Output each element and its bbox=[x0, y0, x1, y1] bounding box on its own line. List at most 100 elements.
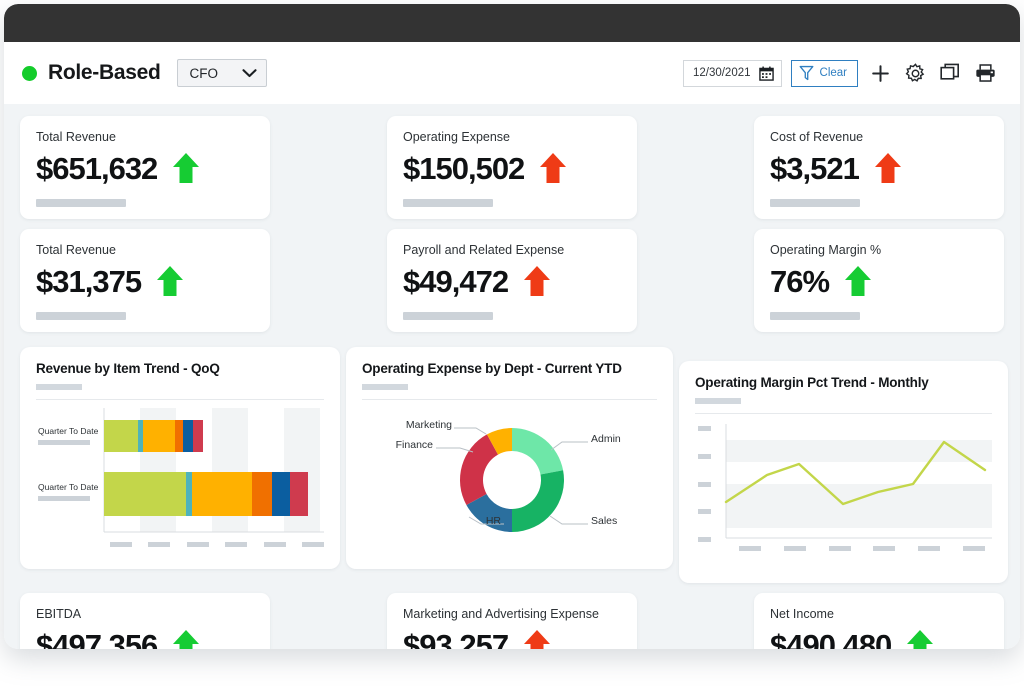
donut-label-marketing: Marketing bbox=[405, 419, 452, 431]
donut-label-hr: HR bbox=[485, 515, 501, 527]
panel-title: Operating Expense by Dept - Current YTD bbox=[362, 361, 622, 376]
kpi-value: $497,356 bbox=[36, 627, 158, 650]
donut-leader-admin bbox=[550, 441, 588, 451]
donut-label-admin: Admin bbox=[591, 433, 621, 445]
axis-tick-placeholder bbox=[962, 546, 985, 551]
trend-up-arrow-icon bbox=[171, 628, 201, 649]
kpi-value: $490,480 bbox=[770, 627, 892, 650]
trend-up-arrow-icon bbox=[538, 151, 568, 185]
axis-tick-placeholder bbox=[698, 453, 711, 459]
dashboard-body: Total Revenue $651,632 Operating Expense… bbox=[4, 104, 1020, 649]
axis-tick-placeholder bbox=[698, 509, 711, 515]
trend-up-arrow-icon bbox=[522, 628, 552, 649]
kpi-value: $93,257 bbox=[403, 627, 509, 650]
bar-category-label: Quarter To Date bbox=[38, 426, 99, 436]
date-input[interactable]: 12/30/2021 bbox=[682, 59, 782, 87]
axis-tick-placeholder bbox=[225, 542, 248, 547]
donut-chart[interactable]: Admin Sales HR Finance Marketing bbox=[362, 406, 657, 556]
kpi-card[interactable]: Operating Expense $150,502 bbox=[387, 116, 637, 219]
kpi-row-1: Total Revenue $651,632 Operating Expense… bbox=[4, 116, 1020, 219]
date-input-value: 12/30/2021 bbox=[692, 67, 751, 79]
kpi-card[interactable]: Total Revenue $31,375 bbox=[20, 229, 270, 332]
calendar-icon[interactable] bbox=[758, 66, 774, 81]
kpi-row-3: EBITDA $497,356 Marketing and Advertisin… bbox=[4, 593, 1020, 649]
settings-gear-icon[interactable] bbox=[902, 60, 928, 86]
print-icon[interactable] bbox=[972, 60, 998, 86]
kpi-label: Marketing and Advertising Expense bbox=[403, 607, 599, 621]
kpi-card[interactable]: EBITDA $497,356 bbox=[20, 593, 270, 649]
role-select-dropdown[interactable]: CFO bbox=[176, 59, 267, 87]
panel-revenue-by-item-trend: Revenue by Item Trend - QoQ Quarter To D… bbox=[20, 347, 340, 569]
axis-tick-placeholder bbox=[263, 542, 286, 547]
axis-tick-placeholder bbox=[301, 542, 324, 547]
axis-tick-placeholder bbox=[698, 481, 711, 487]
panel-divider bbox=[362, 399, 657, 400]
axis-tick-placeholder bbox=[186, 542, 209, 547]
bar-category-1: Quarter To Date bbox=[38, 426, 98, 445]
axis-tick-placeholder bbox=[739, 546, 761, 551]
axis-tick-placeholder bbox=[698, 426, 711, 431]
status-indicator-dot bbox=[22, 65, 37, 81]
app-header: Role-Based CFO 12/30/2021 Clear bbox=[4, 42, 1020, 104]
donut-slice-finance[interactable] bbox=[459, 434, 499, 506]
page-title: Role-Based bbox=[48, 61, 161, 84]
kpi-placeholder-bar bbox=[770, 199, 860, 207]
kpi-value: $3,521 bbox=[770, 150, 860, 186]
donut-label-sales: Sales bbox=[591, 515, 618, 527]
trend-up-arrow-icon bbox=[522, 264, 552, 298]
line-y-axis-ticks bbox=[698, 426, 711, 542]
panel-subtitle-placeholder bbox=[36, 384, 82, 390]
kpi-card[interactable]: Total Revenue $651,632 bbox=[20, 116, 270, 219]
line-chart[interactable] bbox=[695, 420, 992, 560]
kpi-label: Operating Expense bbox=[403, 130, 511, 144]
duplicate-window-icon[interactable] bbox=[937, 60, 963, 86]
kpi-card[interactable]: Payroll and Related Expense $49,472 bbox=[387, 229, 637, 332]
kpi-placeholder-bar bbox=[36, 199, 126, 207]
trend-up-arrow-icon bbox=[843, 264, 873, 298]
kpi-label: Payroll and Related Expense bbox=[403, 243, 565, 257]
bar-x-axis-ticks bbox=[110, 542, 324, 547]
bar-category-placeholder bbox=[38, 440, 90, 445]
bar-category-2: Quarter To Date bbox=[38, 482, 98, 501]
kpi-label: Total Revenue bbox=[36, 243, 116, 257]
kpi-row-2: Total Revenue $31,375 Payroll and Relate… bbox=[4, 229, 1020, 332]
filter-funnel-icon bbox=[799, 65, 814, 81]
donut-leader-sales bbox=[549, 515, 588, 525]
panel-operating-margin-trend: Operating Margin Pct Trend - Monthly bbox=[679, 361, 1008, 583]
kpi-label: EBITDA bbox=[36, 607, 82, 621]
axis-tick-placeholder bbox=[148, 542, 171, 547]
axis-tick-placeholder bbox=[828, 546, 851, 551]
kpi-card[interactable]: Net Income $490,480 bbox=[754, 593, 1004, 649]
kpi-card[interactable]: Operating Margin % 76% bbox=[754, 229, 1004, 332]
panel-divider bbox=[36, 399, 324, 400]
donut-label-finance: Finance bbox=[395, 439, 433, 451]
kpi-card[interactable]: Marketing and Advertising Expense $93,25… bbox=[387, 593, 637, 649]
axis-tick-placeholder bbox=[110, 542, 132, 547]
role-select-value: CFO bbox=[189, 65, 219, 81]
kpi-value: $150,502 bbox=[403, 150, 525, 186]
chart-row: Revenue by Item Trend - QoQ Quarter To D… bbox=[4, 343, 1020, 583]
clear-filter-button[interactable]: Clear bbox=[790, 59, 858, 87]
chevron-down-icon bbox=[241, 68, 257, 78]
axis-tick-placeholder bbox=[918, 546, 941, 551]
kpi-placeholder-bar bbox=[36, 312, 126, 320]
kpi-card[interactable]: Cost of Revenue $3,521 bbox=[754, 116, 1004, 219]
axis-tick-placeholder bbox=[873, 546, 896, 551]
trend-up-arrow-icon bbox=[155, 264, 185, 298]
donut-slice-sales[interactable] bbox=[512, 470, 565, 532]
panel-title: Operating Margin Pct Trend - Monthly bbox=[695, 375, 929, 390]
kpi-placeholder-bar bbox=[403, 312, 493, 320]
header-toolbar: 12/30/2021 Clear bbox=[682, 59, 998, 87]
panel-subtitle-placeholder bbox=[362, 384, 408, 390]
axis-tick-placeholder bbox=[698, 537, 711, 542]
kpi-placeholder-bar bbox=[770, 312, 860, 320]
bar-category-label: Quarter To Date bbox=[38, 482, 99, 492]
stacked-bar-chart[interactable]: Quarter To Date Quarter To Date bbox=[36, 406, 324, 558]
panel-title: Revenue by Item Trend - QoQ bbox=[36, 361, 220, 376]
kpi-placeholder-bar bbox=[403, 199, 493, 207]
add-icon[interactable] bbox=[867, 60, 893, 86]
window-title-bar bbox=[4, 4, 1020, 42]
kpi-label: Operating Margin % bbox=[770, 243, 882, 257]
donut-slice-admin[interactable] bbox=[512, 428, 564, 475]
line-x-axis-ticks bbox=[739, 546, 985, 551]
